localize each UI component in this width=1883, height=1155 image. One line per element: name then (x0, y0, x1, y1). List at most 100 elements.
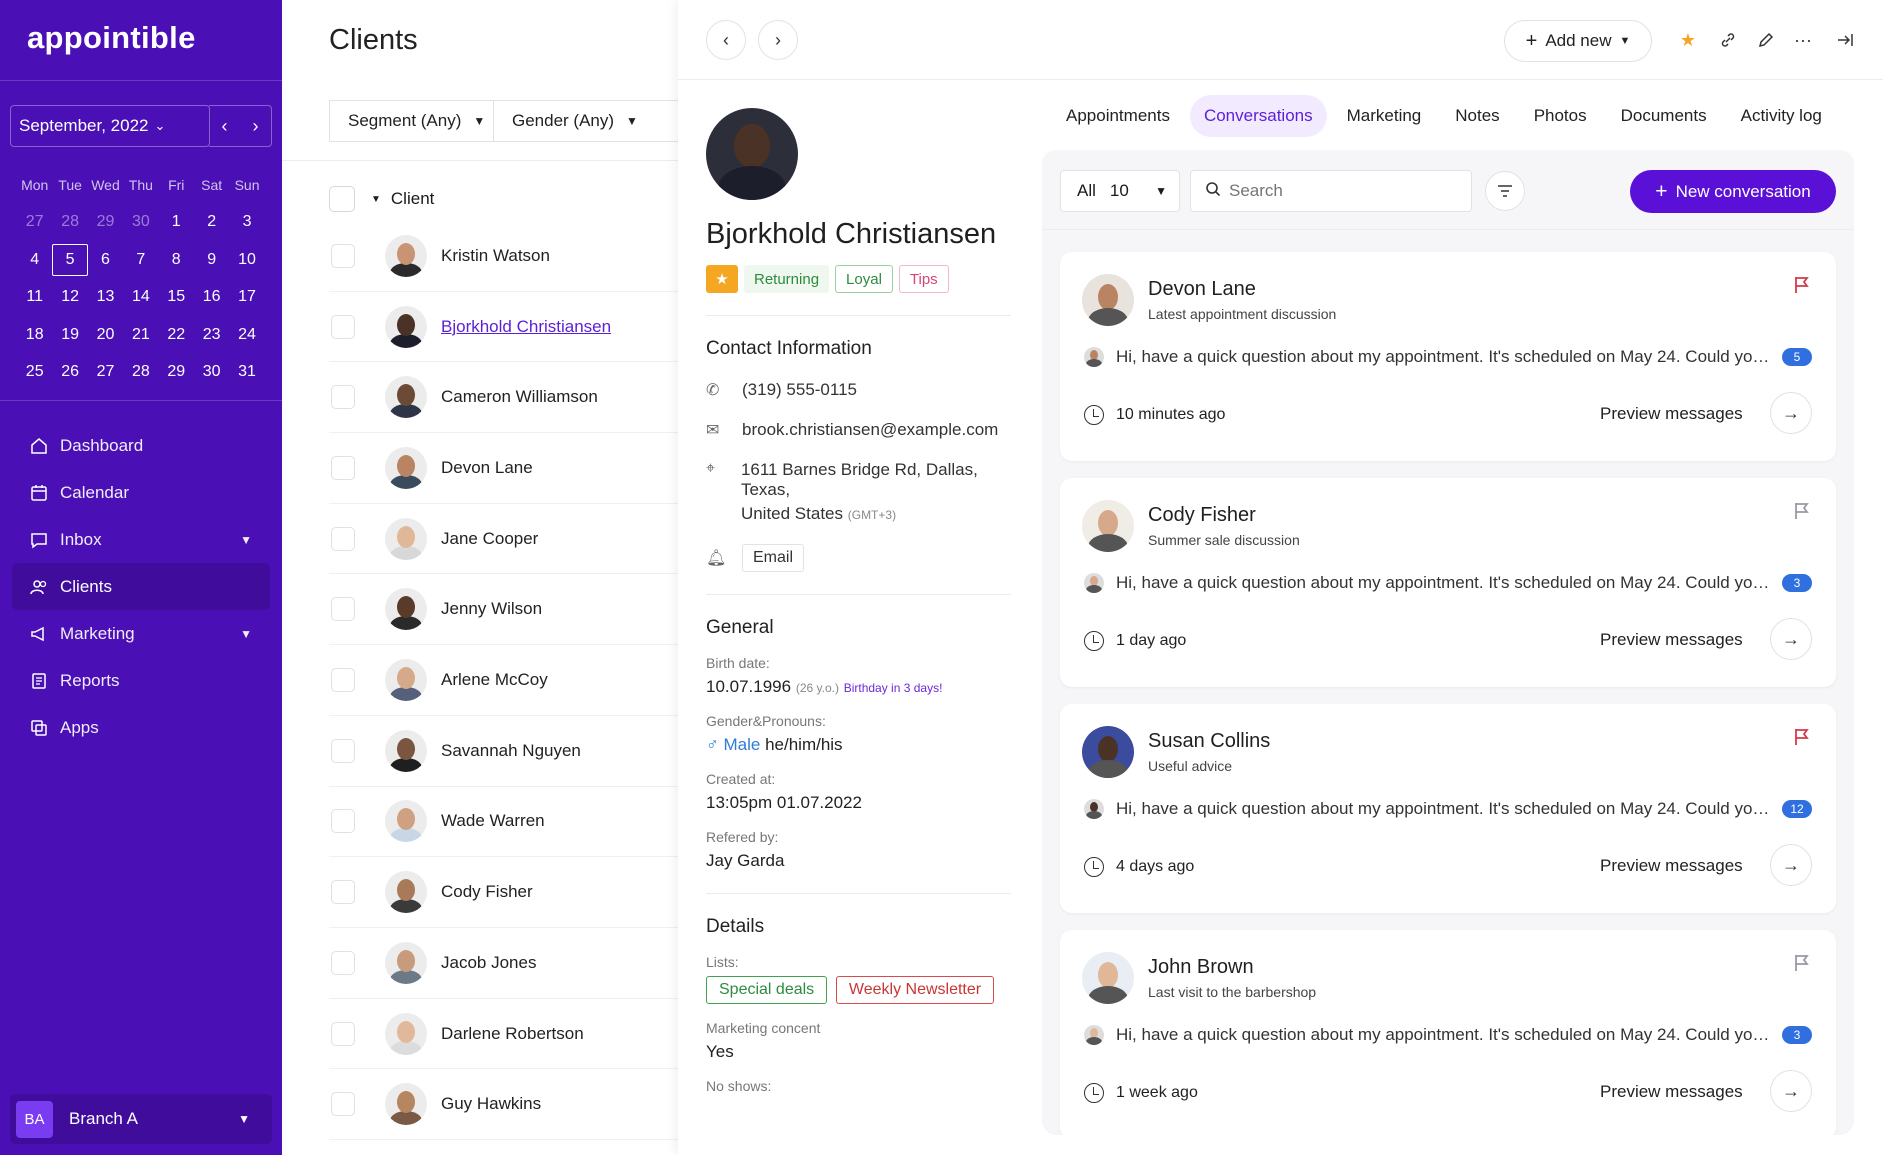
link-icon[interactable] (1716, 28, 1740, 52)
row-checkbox[interactable] (331, 597, 355, 622)
conversation-filter-select[interactable]: All 10 ▼ (1060, 170, 1180, 212)
row-checkbox[interactable] (331, 950, 355, 975)
calendar-day[interactable]: 31 (229, 363, 264, 381)
table-row[interactable]: Arlene McCoy (329, 645, 678, 716)
app-logo[interactable]: appointible (27, 20, 196, 56)
client-name[interactable]: Savannah Nguyen (441, 741, 581, 761)
calendar-day[interactable]: 10 (229, 251, 264, 269)
table-row[interactable]: Wade Warren (329, 787, 678, 858)
conversation-card[interactable]: Devon Lane Latest appointment discussion H… (1060, 252, 1836, 461)
next-client-button[interactable]: › (758, 20, 798, 60)
branch-selector[interactable]: BA Branch A ▼ (10, 1094, 272, 1144)
preview-messages-link[interactable]: Preview messages (1600, 856, 1743, 876)
reminder-channel[interactable]: Email (742, 544, 805, 572)
calendar-day[interactable]: 22 (159, 326, 194, 344)
email-value[interactable]: brook.christiansen@example.com (742, 420, 998, 440)
calendar-day[interactable]: 5 (52, 243, 88, 276)
tab-documents[interactable]: Documents (1607, 95, 1721, 137)
referred-value[interactable]: Jay Garda (706, 851, 1016, 871)
calendar-day[interactable]: 12 (52, 288, 87, 306)
nav-item-reports[interactable]: Reports (12, 657, 270, 704)
table-row[interactable]: Cody Fisher (329, 857, 678, 928)
client-name[interactable]: Arlene McCoy (441, 670, 548, 690)
calendar-day[interactable]: 7 (123, 251, 158, 269)
preview-messages-link[interactable]: Preview messages (1600, 630, 1743, 650)
month-selector[interactable]: September, 2022 ⌄ (10, 105, 210, 147)
phone-value[interactable]: (319) 555-0115 (742, 380, 857, 400)
calendar-day[interactable]: 23 (194, 326, 229, 344)
calendar-day[interactable]: 29 (159, 363, 194, 381)
client-name[interactable]: Devon Lane (441, 458, 533, 478)
calendar-day[interactable]: 21 (123, 326, 158, 344)
calendar-day[interactable]: 11 (17, 288, 52, 306)
tab-appointments[interactable]: Appointments (1052, 95, 1184, 137)
row-checkbox[interactable] (331, 880, 355, 905)
calendar-day[interactable]: 18 (17, 326, 52, 344)
client-name[interactable]: Kristin Watson (441, 246, 550, 266)
calendar-day[interactable]: 30 (194, 363, 229, 381)
client-name[interactable]: Guy Hawkins (441, 1094, 541, 1114)
conversation-card[interactable]: John Brown Last visit to the barbershop Hi… (1060, 930, 1836, 1135)
client-name[interactable]: Jenny Wilson (441, 599, 542, 619)
list-tag-special-deals[interactable]: Special deals (706, 976, 828, 1004)
segment-filter[interactable]: Segment (Any) ▼ (329, 100, 494, 142)
conversation-card[interactable]: Cody Fisher Summer sale discussion Hi, hav… (1060, 478, 1836, 687)
select-all-checkbox[interactable] (329, 186, 355, 212)
calendar-day[interactable]: 15 (159, 288, 194, 306)
next-month-icon[interactable]: › (253, 116, 259, 137)
nav-item-marketing[interactable]: Marketing ▼ (12, 610, 270, 657)
edit-icon[interactable] (1754, 28, 1778, 52)
flag-icon[interactable] (1794, 954, 1810, 977)
tag-loyal[interactable]: Loyal (835, 265, 893, 293)
calendar-day[interactable]: 30 (123, 213, 158, 231)
star-icon[interactable]: ★ (1676, 28, 1700, 52)
nav-item-calendar[interactable]: Calendar (12, 469, 270, 516)
row-checkbox[interactable] (331, 455, 355, 480)
sort-caret-icon[interactable]: ▼ (371, 194, 381, 205)
nav-item-dashboard[interactable]: Dashboard (12, 422, 270, 469)
calendar-day[interactable]: 9 (194, 251, 229, 269)
prev-month-icon[interactable]: ‹ (222, 116, 228, 137)
calendar-day[interactable]: 1 (159, 213, 194, 231)
nav-item-inbox[interactable]: Inbox ▼ (12, 516, 270, 563)
tab-conversations[interactable]: Conversations (1189, 95, 1327, 137)
tab-marketing[interactable]: Marketing (1333, 95, 1436, 137)
add-new-button[interactable]: + Add new ▼ (1504, 20, 1652, 62)
row-checkbox[interactable] (331, 1092, 355, 1117)
flag-icon[interactable] (1794, 728, 1810, 751)
calendar-day[interactable]: 29 (88, 213, 123, 231)
client-name[interactable]: Jacob Jones (441, 953, 536, 973)
table-row[interactable]: Darlene Robertson (329, 999, 678, 1070)
calendar-day[interactable]: 25 (17, 363, 52, 381)
client-name[interactable]: Bjorkhold Christiansen (441, 317, 611, 337)
row-checkbox[interactable] (331, 243, 355, 268)
row-checkbox[interactable] (331, 738, 355, 763)
gender-filter[interactable]: Gender (Any) ▼ (493, 100, 678, 142)
table-row[interactable]: Devon Lane (329, 433, 678, 504)
filter-button[interactable] (1485, 171, 1525, 211)
row-checkbox[interactable] (331, 526, 355, 551)
calendar-day[interactable]: 28 (123, 363, 158, 381)
conversation-card[interactable]: Susan Collins Useful advice Hi, have a qui… (1060, 704, 1836, 913)
row-checkbox[interactable] (331, 809, 355, 834)
calendar-day[interactable]: 6 (88, 251, 123, 269)
nav-item-clients[interactable]: Clients (12, 563, 270, 610)
arrow-right-icon[interactable]: → (1770, 1070, 1812, 1112)
calendar-day[interactable]: 27 (17, 213, 52, 231)
preview-messages-link[interactable]: Preview messages (1600, 404, 1743, 424)
calendar-day[interactable]: 3 (229, 213, 264, 231)
table-row[interactable]: Jane Cooper (329, 504, 678, 575)
calendar-day[interactable]: 27 (88, 363, 123, 381)
arrow-right-icon[interactable]: → (1770, 618, 1812, 660)
arrow-right-icon[interactable]: → (1770, 844, 1812, 886)
table-row[interactable]: Savannah Nguyen (329, 716, 678, 787)
table-row[interactable]: Bjorkhold Christiansen (329, 292, 678, 363)
table-row[interactable]: Jenny Wilson (329, 575, 678, 646)
table-row[interactable]: Cameron Williamson (329, 362, 678, 434)
client-name[interactable]: Wade Warren (441, 811, 545, 831)
calendar-day[interactable]: 13 (88, 288, 123, 306)
prev-client-button[interactable]: ‹ (706, 20, 746, 60)
calendar-day[interactable]: 2 (194, 213, 229, 231)
calendar-day[interactable]: 20 (88, 326, 123, 344)
tab-photos[interactable]: Photos (1520, 95, 1601, 137)
